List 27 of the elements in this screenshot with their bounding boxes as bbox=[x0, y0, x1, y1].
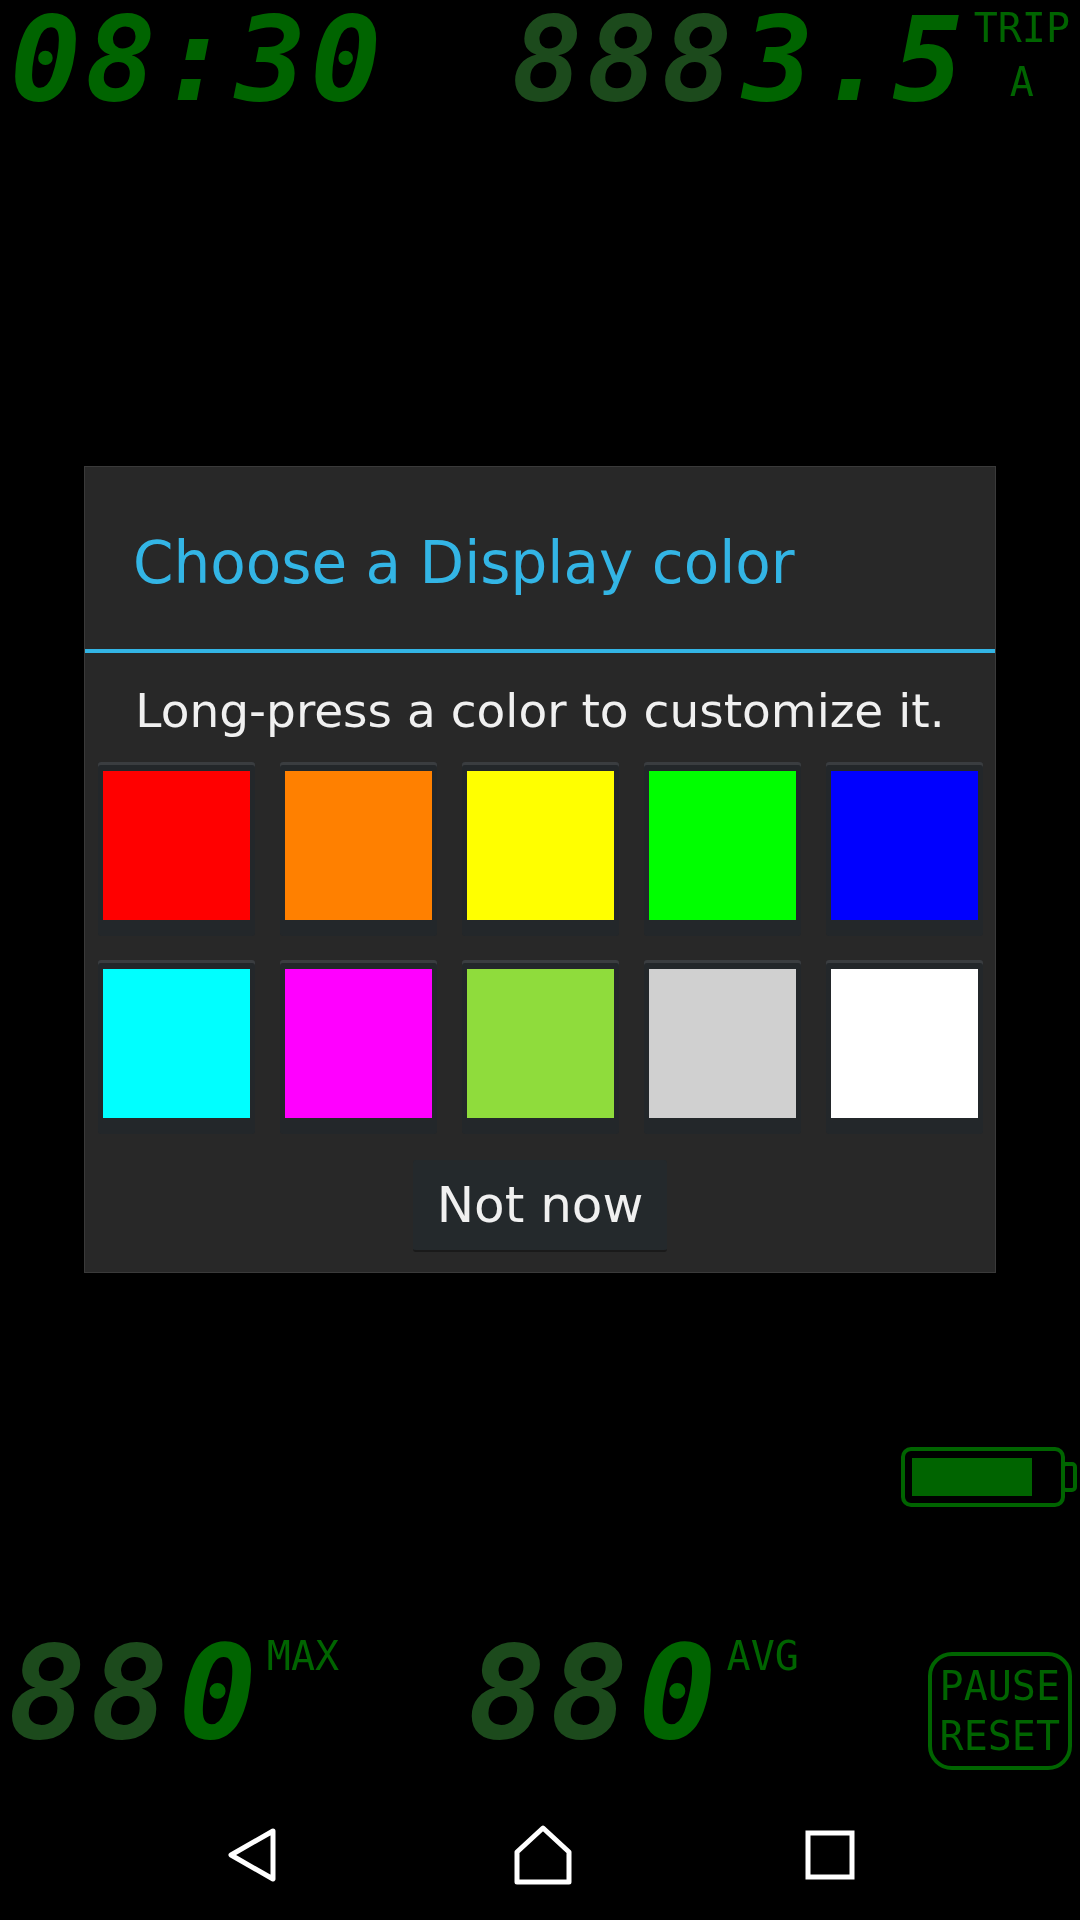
speed-readout: 0 bbox=[178, 1628, 261, 1758]
color-swatch[interactable] bbox=[461, 761, 619, 936]
battery-icon bbox=[900, 1446, 1080, 1508]
speed-readout: 0 bbox=[638, 1628, 721, 1758]
dialog-title: Choose a Display color bbox=[85, 466, 995, 653]
unlit-digits: 88 bbox=[467, 1628, 633, 1758]
clock-display: 08:30 bbox=[10, 0, 386, 118]
trip-distance: 3.5 bbox=[742, 0, 968, 118]
home-icon bbox=[512, 1824, 574, 1886]
color-swatch[interactable] bbox=[643, 959, 801, 1134]
color-swatch[interactable] bbox=[825, 761, 983, 936]
unlit-digits: 888 bbox=[511, 0, 737, 118]
color-swatch[interactable] bbox=[461, 959, 619, 1134]
color-swatch[interactable] bbox=[279, 959, 437, 1134]
color-swatch[interactable] bbox=[643, 761, 801, 936]
recents-icon bbox=[804, 1830, 855, 1880]
trip-label: TRIP bbox=[973, 8, 1070, 48]
not-now-button[interactable]: Not now bbox=[412, 1159, 668, 1252]
unlit-digits: 88 bbox=[8, 1628, 173, 1758]
color-swatch[interactable] bbox=[279, 761, 437, 936]
color-swatch[interactable] bbox=[97, 761, 255, 936]
color-swatch[interactable] bbox=[97, 959, 255, 1134]
readout-label: MAX bbox=[266, 1636, 340, 1676]
trip-slot: A bbox=[1009, 62, 1034, 102]
readout-label: AVG bbox=[726, 1636, 799, 1676]
dialog-message: Long-press a color to customize it. bbox=[135, 682, 945, 738]
color-swatch[interactable] bbox=[825, 959, 983, 1134]
